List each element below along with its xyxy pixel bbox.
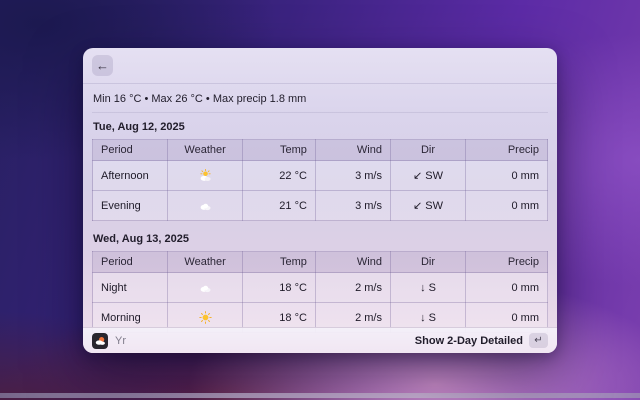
col-header-precip: Precip (465, 139, 548, 161)
precip-cell: 0 mm (465, 272, 548, 303)
cloud-icon (198, 281, 213, 294)
weather-cell (167, 272, 244, 303)
forecast-summary: Min 16 °C • Max 26 °C • Max precip 1.8 m… (92, 85, 548, 113)
precip-cell: 0 mm (465, 190, 548, 221)
table-header-row: Period Weather Temp Wind Dir Precip (91, 251, 548, 273)
show-2-day-detailed-action[interactable]: Show 2-Day Detailed ↵ (415, 333, 548, 348)
day-title-wed: Wed, Aug 13, 2025 (93, 233, 189, 245)
col-header-dir: Dir (389, 251, 467, 273)
action-label: Show 2-Day Detailed (414, 334, 523, 347)
col-header-temp: Temp (242, 139, 316, 161)
wind-cell: 3 m/s (314, 190, 391, 221)
col-header-period: Period (91, 139, 169, 161)
weather-app-window: ← Min 16 °C • Max 26 °C • Max precip 1.8… (83, 48, 557, 353)
weather-cell (167, 190, 244, 221)
col-header-period: Period (91, 251, 169, 273)
col-header-weather: Weather (167, 139, 244, 161)
weather-cell (167, 160, 244, 191)
table-header-row: Period Weather Temp Wind Dir Precip (91, 139, 548, 161)
col-header-wind: Wind (314, 251, 391, 273)
app-name-label: Yr (115, 334, 126, 347)
dir-cell: ↙ SW (389, 190, 467, 221)
yr-app-icon (92, 332, 108, 349)
enter-key-badge: ↵ (529, 333, 548, 348)
forecast-table-tue: Period Weather Temp Wind Dir Precip Afte… (91, 139, 548, 221)
return-key-icon: ↵ (534, 335, 543, 346)
table-row: Afternoon 22 °C 3 m/s ↙ SW 0 mm (91, 160, 548, 191)
temp-cell: 22 °C (242, 160, 316, 191)
back-arrow-icon: ← (96, 58, 109, 73)
col-header-temp: Temp (242, 251, 316, 273)
table-row: Evening 21 °C 3 m/s ↙ SW 0 mm (91, 190, 548, 221)
day-title-tue: Tue, Aug 12, 2025 (93, 121, 185, 133)
cloud-icon (198, 199, 213, 212)
app-chip: Yr (92, 332, 126, 349)
back-button[interactable]: ← (92, 55, 113, 76)
wind-cell: 2 m/s (314, 272, 391, 303)
sun-icon (198, 311, 213, 324)
col-header-precip: Precip (465, 251, 548, 273)
footer-bar: Yr Show 2-Day Detailed ↵ (83, 327, 557, 353)
dir-cell: ↓ S (389, 272, 467, 303)
col-header-dir: Dir (389, 139, 467, 161)
content-area: Min 16 °C • Max 26 °C • Max precip 1.8 m… (83, 85, 557, 353)
sun-behind-cloud-icon (198, 169, 213, 182)
window-header: ← (83, 48, 557, 84)
dir-cell: ↙ SW (389, 160, 467, 191)
period-cell: Evening (91, 190, 169, 221)
precip-cell: 0 mm (465, 160, 548, 191)
wallpaper-horizon-band (0, 393, 640, 398)
period-cell: Night (91, 272, 169, 303)
table-row: Night 18 °C 2 m/s ↓ S 0 mm (91, 272, 548, 303)
temp-cell: 21 °C (242, 190, 316, 221)
temp-cell: 18 °C (242, 272, 316, 303)
col-header-weather: Weather (167, 251, 244, 273)
period-cell: Afternoon (91, 160, 169, 191)
forecast-table-wed: Period Weather Temp Wind Dir Precip Nigh… (91, 251, 548, 333)
wind-cell: 3 m/s (314, 160, 391, 191)
col-header-wind: Wind (314, 139, 391, 161)
